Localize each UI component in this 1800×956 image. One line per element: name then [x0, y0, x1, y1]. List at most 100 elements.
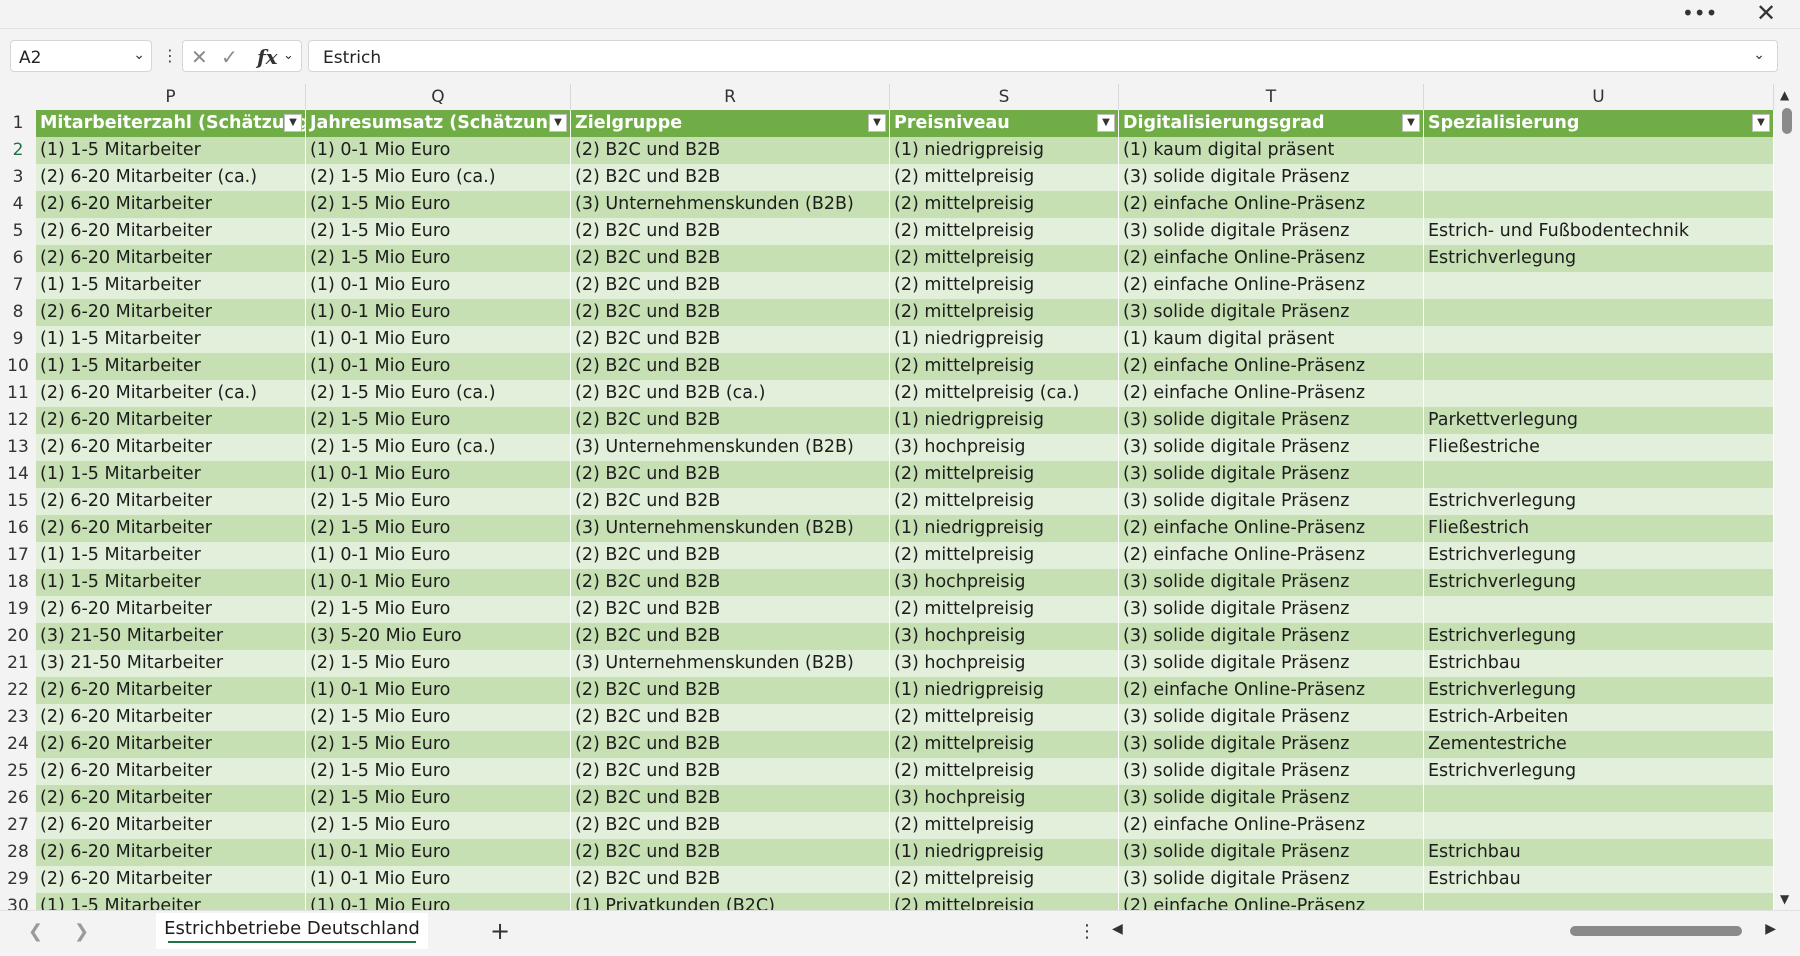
cell[interactable]: (3) solide digitale Präsenz [1119, 488, 1424, 515]
cell[interactable] [1424, 893, 1774, 910]
cell[interactable]: (2) 6-20 Mitarbeiter [36, 839, 306, 866]
cell[interactable]: (2) B2C und B2B [571, 569, 890, 596]
cell[interactable]: (1) kaum digital präsent [1119, 326, 1424, 353]
header-cell[interactable]: Preisniveau ▼ [890, 110, 1119, 137]
scroll-thumb[interactable] [1782, 108, 1792, 134]
cell[interactable]: (2) 1-5 Mio Euro (ca.) [306, 380, 571, 407]
cell[interactable]: (2) mittelpreisig [890, 191, 1119, 218]
cell[interactable]: (1) niedrigpreisig [890, 677, 1119, 704]
row-number[interactable]: 1 [0, 110, 36, 137]
cell[interactable] [1424, 164, 1774, 191]
close-button[interactable]: ✕ [1752, 0, 1780, 28]
cell[interactable]: Estrich- und Fußbodentechnik [1424, 218, 1774, 245]
cell[interactable]: (1) 0-1 Mio Euro [306, 137, 571, 164]
chevron-down-icon[interactable]: ⌄ [133, 47, 145, 63]
cell[interactable]: (2) mittelpreisig [890, 245, 1119, 272]
cell[interactable]: (1) 0-1 Mio Euro [306, 299, 571, 326]
row-number[interactable]: 23 [0, 704, 36, 731]
cell[interactable]: (1) 1-5 Mitarbeiter [36, 326, 306, 353]
cell[interactable]: (3) 5-20 Mio Euro [306, 623, 571, 650]
cell[interactable]: (3) Unternehmenskunden (B2B) [571, 515, 890, 542]
cell[interactable]: (2) 6-20 Mitarbeiter [36, 245, 306, 272]
cell[interactable]: (2) mittelpreisig [890, 542, 1119, 569]
cell[interactable]: (2) einfache Online-Präsenz [1119, 353, 1424, 380]
cell[interactable]: (2) B2C und B2B [571, 164, 890, 191]
cell[interactable]: (2) B2C und B2B [571, 461, 890, 488]
cell[interactable]: (2) B2C und B2B [571, 731, 890, 758]
cell[interactable]: Parkettverlegung [1424, 407, 1774, 434]
cell[interactable] [1424, 137, 1774, 164]
cell[interactable]: (2) 6-20 Mitarbeiter [36, 866, 306, 893]
cell[interactable]: (2) 1-5 Mio Euro [306, 218, 571, 245]
chevron-left-icon[interactable]: ❮ [28, 921, 43, 942]
cell[interactable]: Estrichbau [1424, 839, 1774, 866]
scroll-right-icon[interactable]: ▶ [1765, 921, 1776, 937]
row-number[interactable]: 27 [0, 812, 36, 839]
cell[interactable]: (3) 21-50 Mitarbeiter [36, 650, 306, 677]
row-number[interactable]: 13 [0, 434, 36, 461]
cell[interactable]: (2) B2C und B2B [571, 839, 890, 866]
cell[interactable]: (1) 1-5 Mitarbeiter [36, 353, 306, 380]
cell[interactable]: (2) B2C und B2B [571, 137, 890, 164]
cell[interactable]: (2) mittelpreisig [890, 164, 1119, 191]
check-icon[interactable]: ✓ [221, 45, 238, 69]
cell[interactable]: (2) 6-20 Mitarbeiter (ca.) [36, 164, 306, 191]
cell[interactable]: (2) mittelpreisig [890, 299, 1119, 326]
filter-dropdown-icon[interactable]: ▼ [1402, 114, 1420, 132]
cell[interactable]: (2) mittelpreisig [890, 596, 1119, 623]
cell[interactable]: (2) mittelpreisig [890, 866, 1119, 893]
cell[interactable]: (2) 6-20 Mitarbeiter [36, 407, 306, 434]
cell[interactable]: (1) 0-1 Mio Euro [306, 353, 571, 380]
column-header[interactable]: P [36, 84, 306, 110]
cell[interactable] [1424, 191, 1774, 218]
cell[interactable]: (2) mittelpreisig [890, 461, 1119, 488]
row-number[interactable]: 26 [0, 785, 36, 812]
row-number[interactable]: 28 [0, 839, 36, 866]
row-number[interactable]: 30 [0, 893, 36, 910]
cell[interactable] [1424, 326, 1774, 353]
chevron-down-icon[interactable]: ⌄ [283, 48, 294, 63]
cell[interactable]: (3) solide digitale Präsenz [1119, 866, 1424, 893]
cell[interactable]: (3) solide digitale Präsenz [1119, 731, 1424, 758]
cell[interactable]: (2) B2C und B2B [571, 326, 890, 353]
cell[interactable]: (2) B2C und B2B [571, 758, 890, 785]
cell[interactable]: (2) B2C und B2B [571, 488, 890, 515]
cell[interactable]: Estrichverlegung [1424, 677, 1774, 704]
row-number[interactable]: 4 [0, 191, 36, 218]
cell[interactable]: Estrich-Arbeiten [1424, 704, 1774, 731]
cell[interactable]: (2) mittelpreisig [890, 272, 1119, 299]
cell[interactable]: (3) solide digitale Präsenz [1119, 407, 1424, 434]
cell[interactable]: (2) 6-20 Mitarbeiter [36, 704, 306, 731]
cell[interactable]: (2) B2C und B2B [571, 353, 890, 380]
header-cell[interactable]: Zielgruppe ▼ [571, 110, 890, 137]
cell[interactable] [1424, 812, 1774, 839]
scroll-thumb[interactable] [1570, 926, 1742, 936]
select-all-corner[interactable] [0, 84, 36, 110]
column-header[interactable]: Q [306, 84, 571, 110]
cell[interactable]: (2) B2C und B2B [571, 299, 890, 326]
cell[interactable] [1424, 380, 1774, 407]
row-number[interactable]: 25 [0, 758, 36, 785]
cell[interactable]: (3) solide digitale Präsenz [1119, 164, 1424, 191]
cell[interactable] [1424, 596, 1774, 623]
row-number[interactable]: 3 [0, 164, 36, 191]
cell[interactable]: (2) 6-20 Mitarbeiter (ca.) [36, 380, 306, 407]
cell[interactable]: (1) 0-1 Mio Euro [306, 569, 571, 596]
cell[interactable]: (2) einfache Online-Präsenz [1119, 677, 1424, 704]
cell[interactable]: (3) hochpreisig [890, 623, 1119, 650]
vertical-dots-icon[interactable]: ⋮ [162, 46, 178, 65]
header-cell[interactable]: Mitarbeiterzahl (Schätzung) ▼ [36, 110, 306, 137]
cell[interactable]: (2) 6-20 Mitarbeiter [36, 785, 306, 812]
cell[interactable]: (2) 1-5 Mio Euro [306, 515, 571, 542]
cell[interactable]: (2) B2C und B2B [571, 272, 890, 299]
cell[interactable]: (2) B2C und B2B [571, 596, 890, 623]
sheet-tab-active[interactable]: Estrichbetriebe Deutschland [156, 913, 428, 949]
cell[interactable]: (1) 1-5 Mitarbeiter [36, 272, 306, 299]
cell[interactable]: (2) 6-20 Mitarbeiter [36, 758, 306, 785]
cell[interactable]: (2) einfache Online-Präsenz [1119, 191, 1424, 218]
row-number[interactable]: 19 [0, 596, 36, 623]
cell[interactable]: (2) mittelpreisig [890, 218, 1119, 245]
scroll-down-icon[interactable]: ▼ [1780, 892, 1789, 906]
cell[interactable]: (1) 1-5 Mitarbeiter [36, 569, 306, 596]
cell[interactable]: (2) 1-5 Mio Euro [306, 245, 571, 272]
